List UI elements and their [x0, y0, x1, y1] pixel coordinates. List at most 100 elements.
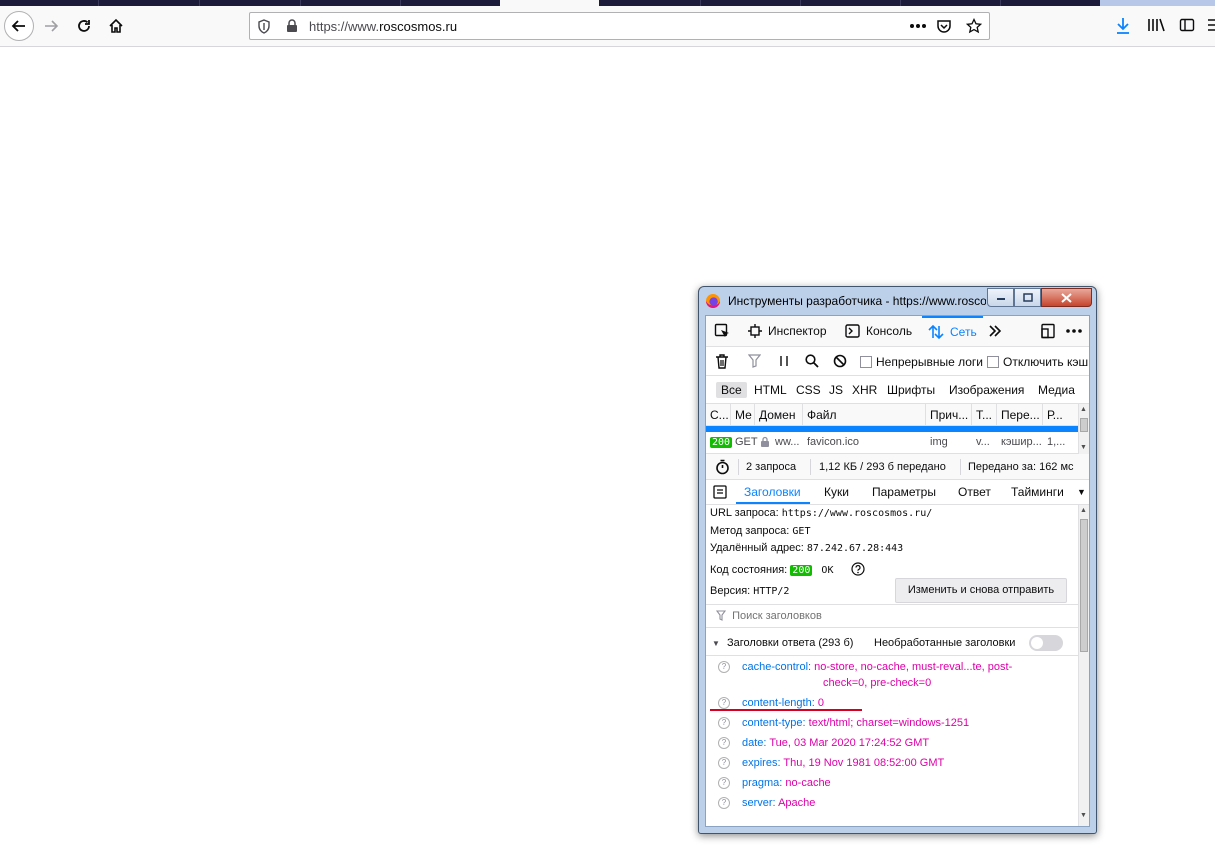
tab-cookies[interactable]: Куки: [824, 485, 849, 499]
downloads-icon[interactable]: [1115, 17, 1131, 35]
help-icon[interactable]: ?: [718, 777, 730, 789]
tab-response[interactable]: Ответ: [958, 485, 991, 499]
back-button[interactable]: [4, 11, 34, 41]
pocket-icon[interactable]: [936, 18, 952, 34]
type-filter-media[interactable]: Медиа: [1033, 382, 1080, 398]
minimize-button[interactable]: [987, 288, 1014, 307]
help-icon[interactable]: ?: [718, 797, 730, 809]
column-cause[interactable]: Прич...: [926, 404, 972, 426]
summary-transferred: 1,12 КБ / 293 б передано: [819, 461, 946, 473]
stopwatch-icon[interactable]: [715, 459, 730, 475]
disable-cache-label: Отключить кэш: [1003, 355, 1089, 369]
request-method-label: Метод запроса:: [710, 525, 790, 537]
filter-icon[interactable]: [748, 354, 761, 368]
red-underline-annotation: [710, 709, 862, 711]
bookmark-star-icon[interactable]: [966, 18, 982, 34]
header-entry: content-type: text/html; charset=windows…: [742, 717, 969, 729]
persist-logs-checkbox[interactable]: Непрерывные логи: [860, 355, 983, 369]
type-filter-fonts[interactable]: Шрифты: [882, 382, 940, 398]
type-filter-all[interactable]: Все: [716, 382, 747, 398]
console-icon: [845, 324, 860, 338]
table-row[interactable]: 200 GET ww... favicon.ico img v... кэшир…: [706, 432, 1078, 454]
tab-network[interactable]: Сеть: [922, 316, 983, 346]
maximize-button[interactable]: [1014, 288, 1041, 307]
tab-headers[interactable]: Заголовки: [744, 485, 801, 499]
close-button[interactable]: [1041, 288, 1092, 307]
scrollbar-thumb[interactable]: [1080, 418, 1088, 432]
more-tools-button[interactable]: [988, 316, 1008, 346]
tab-console[interactable]: Консоль: [845, 316, 912, 346]
column-method[interactable]: Ме: [731, 404, 755, 426]
request-list-scrollbar[interactable]: ▲ ▼: [1078, 404, 1089, 454]
status-code-badge: 200: [710, 437, 733, 448]
tab-inspector[interactable]: Инспектор: [748, 316, 827, 346]
library-icon[interactable]: [1147, 17, 1165, 33]
type-filter-css[interactable]: CSS: [791, 382, 826, 398]
type-filter-images[interactable]: Изображения: [944, 382, 1029, 398]
url-text[interactable]: https://www.roscosmos.ru: [309, 19, 457, 34]
back-arrow-icon: [11, 20, 25, 32]
search-icon[interactable]: [805, 354, 819, 368]
type-filter-html[interactable]: HTML: [749, 382, 792, 398]
request-transferred: кэшир...: [1001, 436, 1042, 448]
type-filter-xhr[interactable]: XHR: [847, 382, 882, 398]
column-file[interactable]: Файл: [803, 404, 926, 426]
request-url-label: URL запроса:: [710, 507, 779, 519]
column-domain[interactable]: Домен: [755, 404, 803, 426]
caret-down-icon: ▼: [712, 639, 720, 648]
help-icon[interactable]: ?: [718, 757, 730, 769]
lock-icon[interactable]: [286, 19, 298, 33]
request-type-filters: Все HTML CSS JS XHR Шрифты Изображения М…: [706, 376, 1089, 404]
network-icon: [928, 324, 944, 340]
checkbox-box[interactable]: [860, 356, 872, 368]
tab-console-label: Консоль: [866, 324, 913, 338]
scroll-down-arrow-icon[interactable]: ▼: [1080, 812, 1087, 819]
tracking-protection-shield-icon[interactable]: [257, 19, 271, 34]
checkbox-box[interactable]: [987, 356, 999, 368]
headers-panel: URL запроса: https://www.roscosmos.ru/ М…: [706, 505, 1078, 826]
scroll-up-arrow-icon[interactable]: ▲: [1080, 507, 1087, 514]
tabs-overflow-chevron-down-icon[interactable]: ▼: [1077, 487, 1086, 497]
block-icon[interactable]: [833, 354, 847, 368]
pause-icon[interactable]: [779, 354, 789, 368]
edit-and-resend-button[interactable]: Изменить и снова отправить: [895, 578, 1067, 603]
column-size[interactable]: Р...: [1043, 404, 1078, 426]
disable-cache-checkbox[interactable]: Отключить кэш: [987, 355, 1088, 369]
page-actions-icon[interactable]: [909, 23, 927, 29]
help-icon[interactable]: [850, 562, 865, 576]
sidebar-icon[interactable]: [1179, 17, 1195, 33]
column-type[interactable]: Т...: [972, 404, 997, 426]
response-headers-section-toggle[interactable]: ▼ Заголовки ответа (293 б): [712, 637, 853, 649]
element-picker-button[interactable]: [714, 316, 736, 346]
devtools-titlebar[interactable]: Инструменты разработчика - https://www.r…: [699, 287, 1096, 313]
toolbox-menu-button[interactable]: [1066, 316, 1088, 346]
header-entry: date: Tue, 03 Mar 2020 17:24:52 GMT: [742, 737, 929, 749]
close-icon: [1061, 292, 1072, 303]
help-icon[interactable]: ?: [718, 661, 730, 673]
tab-params[interactable]: Параметры: [872, 485, 936, 499]
raw-headers-toggle[interactable]: [1029, 635, 1063, 651]
dock-options-button[interactable]: [1040, 316, 1062, 346]
scrollbar-thumb[interactable]: [1080, 519, 1088, 652]
scroll-up-arrow-icon[interactable]: ▲: [1080, 406, 1087, 413]
help-icon[interactable]: ?: [718, 717, 730, 729]
forward-button[interactable]: [36, 11, 66, 41]
header-filter-input[interactable]: Поиск заголовков: [715, 610, 822, 622]
network-filter-bar: Непрерывные логи Отключить кэш: [706, 347, 1089, 376]
scroll-down-arrow-icon[interactable]: ▼: [1080, 444, 1087, 451]
toggle-sidebar-icon[interactable]: [713, 485, 727, 499]
request-status: 200: [708, 426, 726, 429]
menu-icon[interactable]: [1208, 17, 1215, 33]
tab-timings[interactable]: Тайминги: [1011, 485, 1064, 499]
url-bar[interactable]: https://www.roscosmos.ru: [249, 12, 990, 40]
column-transferred[interactable]: Пере...: [997, 404, 1043, 426]
maximize-icon: [1022, 293, 1033, 302]
column-status[interactable]: С...: [706, 404, 731, 426]
help-icon[interactable]: ?: [718, 737, 730, 749]
type-filter-js[interactable]: JS: [824, 382, 848, 398]
help-icon[interactable]: ?: [718, 697, 730, 709]
trash-icon[interactable]: [715, 354, 729, 369]
home-button[interactable]: [101, 11, 131, 41]
headers-panel-scrollbar[interactable]: ▲ ▼: [1078, 505, 1089, 826]
reload-button[interactable]: [69, 11, 99, 41]
